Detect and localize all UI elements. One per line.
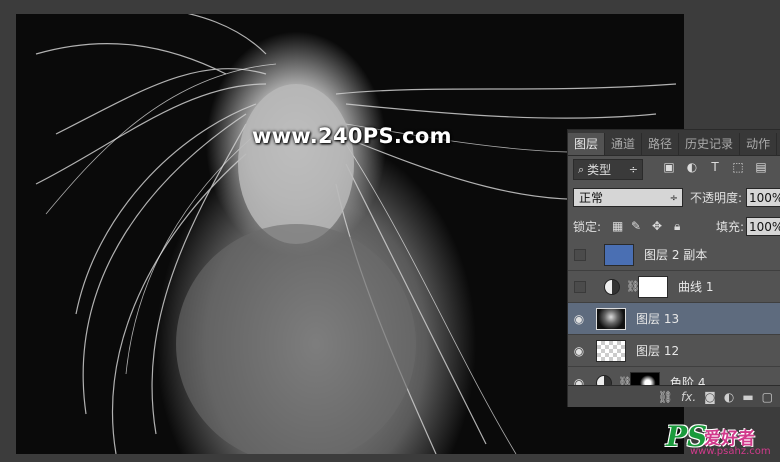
- tab-paths[interactable]: 路径: [642, 133, 680, 155]
- visibility-toggle[interactable]: [574, 280, 586, 293]
- watermark-text: www.240PS.com: [252, 124, 452, 148]
- lock-all-icon[interactable]: 🔒︎: [674, 219, 680, 234]
- lock-label: 锁定:: [573, 219, 602, 234]
- link-icon[interactable]: ⛓︎: [626, 280, 640, 293]
- filter-row: ⌕ 类型 ÷ ▣ ◐ T ⬚ ▤: [568, 156, 780, 182]
- chevron-down-icon: ÷: [669, 192, 678, 204]
- type-filter-icon[interactable]: T: [708, 160, 722, 174]
- lock-transparent-icon[interactable]: ▦: [612, 219, 623, 233]
- mask-thumbnail-white[interactable]: [638, 275, 668, 298]
- visibility-toggle[interactable]: [574, 248, 586, 261]
- tab-channels[interactable]: 通道: [605, 133, 643, 155]
- tab-history[interactable]: 历史记录: [679, 133, 741, 155]
- link-icon[interactable]: ⛓︎: [658, 390, 673, 404]
- panel-tabs: 图层 通道 路径 历史记录 动作: [568, 130, 780, 156]
- mask-icon[interactable]: ◙: [704, 390, 716, 404]
- panel-bottom-bar: ⛓︎ fx. ◙ ◐ ▬ ▢: [568, 385, 780, 407]
- adjustment-icon[interactable]: ◐: [724, 390, 734, 404]
- new-layer-icon[interactable]: ▢: [762, 390, 773, 404]
- smart-object-filter-icon[interactable]: ▤: [754, 160, 768, 174]
- layer-name: 图层 12: [636, 344, 680, 358]
- curves-adjustment-icon: [604, 278, 620, 295]
- eye-icon[interactable]: ◉: [568, 312, 590, 326]
- logo-url: www.psahz.com: [690, 446, 771, 457]
- lock-row: 锁定: ▦ ✎ ✥ 🔒︎ 填充: 100%: [568, 215, 780, 237]
- filter-type-label: 类型: [587, 163, 612, 177]
- fill-label: 填充:: [716, 219, 745, 234]
- adjustment-filter-icon[interactable]: ◐: [685, 160, 699, 174]
- folder-icon[interactable]: ▬: [742, 390, 753, 404]
- layer-row-curves[interactable]: ⛓︎ 曲线 1: [568, 271, 780, 303]
- layer-name: 图层 2 副本: [644, 248, 708, 262]
- shape-filter-icon[interactable]: ⬚: [731, 160, 745, 174]
- lock-move-icon[interactable]: ✥: [652, 219, 662, 233]
- tab-actions[interactable]: 动作: [740, 133, 778, 155]
- layer-name: 曲线 1: [678, 280, 714, 294]
- blend-mode-select[interactable]: 正常 ÷: [573, 187, 683, 207]
- layer-thumbnail-transparent: [596, 339, 626, 362]
- opacity-label: 不透明度:: [690, 190, 743, 205]
- opacity-input[interactable]: 100%: [746, 187, 780, 207]
- search-icon: ⌕: [578, 162, 585, 176]
- lock-paint-icon[interactable]: ✎: [631, 219, 641, 233]
- layer-thumbnail-photo: [596, 307, 626, 330]
- chevron-down-icon: ÷: [628, 163, 638, 176]
- fill-input[interactable]: 100%: [746, 216, 780, 236]
- blend-mode-value: 正常: [579, 190, 604, 205]
- layer-row-13[interactable]: ◉ 图层 13: [568, 303, 780, 335]
- layer-row-copy[interactable]: 图层 2 副本: [568, 239, 780, 271]
- fx-icon[interactable]: fx.: [681, 390, 696, 404]
- layer-thumbnail-blue: [604, 243, 634, 266]
- layers-panel[interactable]: 图层 通道 路径 历史记录 动作 ⌕ 类型 ÷ ▣ ◐ T ⬚ ▤ 正常 ÷ 不…: [567, 129, 780, 407]
- tab-layers[interactable]: 图层: [568, 133, 606, 155]
- filter-icons: ▣ ◐ T ⬚ ▤: [662, 160, 768, 174]
- site-logo: PS 爱好者 www.psahz.com: [666, 420, 776, 460]
- layer-row-12[interactable]: ◉ 图层 12: [568, 335, 780, 367]
- layer-name: 图层 13: [636, 312, 680, 326]
- eye-icon[interactable]: ◉: [568, 344, 590, 358]
- image-filter-icon[interactable]: ▣: [662, 160, 676, 174]
- layer-filter-select[interactable]: ⌕ 类型 ÷: [573, 159, 643, 180]
- blend-row: 正常 ÷ 不透明度: 100%: [568, 186, 780, 208]
